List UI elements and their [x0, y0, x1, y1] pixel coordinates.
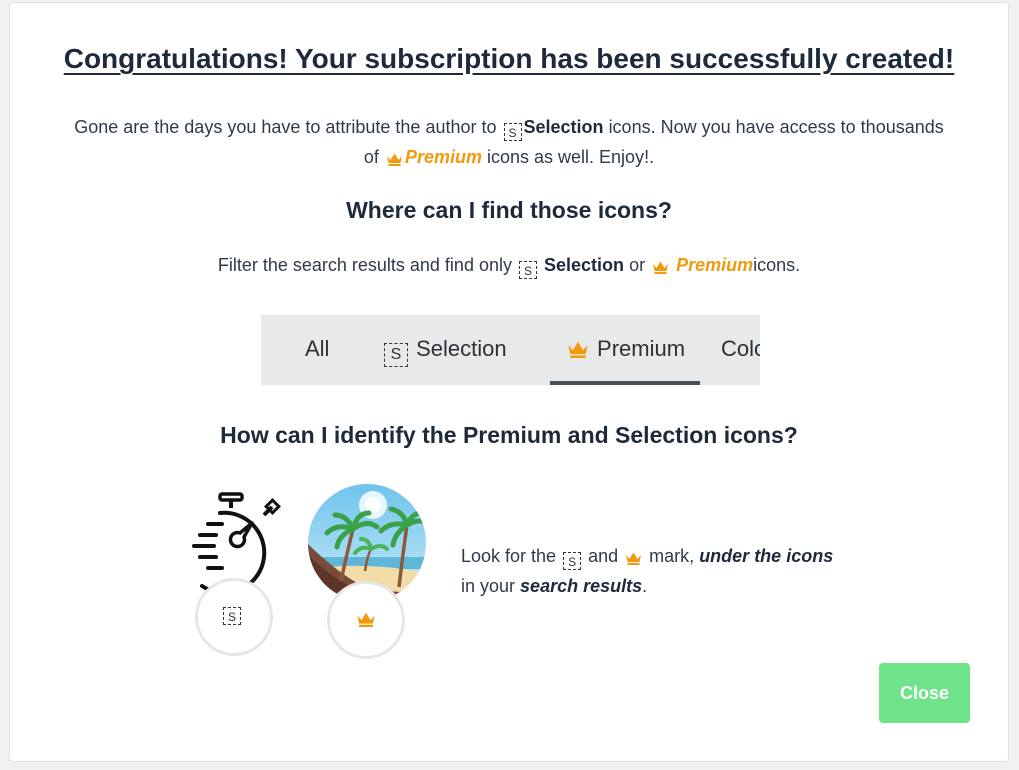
look-for-text: Look for the S and mark, under the icons… [461, 541, 841, 601]
look-search-results: search results [520, 576, 643, 596]
look-and: and [588, 546, 619, 566]
crown-icon [386, 153, 402, 166]
intro-selection: Selection [523, 117, 604, 137]
filter-part2: icons. [753, 255, 801, 275]
selection-s-icon: S [503, 123, 522, 141]
intro-premium: Premium [404, 147, 482, 167]
modal-title: Congratulations! Your subscription has b… [63, 43, 955, 74]
tab-premium[interactable]: Premium [550, 315, 700, 385]
selection-s-icon: S [384, 343, 408, 367]
close-button[interactable]: Close [879, 663, 970, 723]
tab-all-label: All [305, 336, 330, 361]
look-part1: Look for the [461, 546, 557, 566]
subscription-modal: Congratulations! Your subscription has b… [9, 2, 1009, 762]
intro-part3: icons as well. Enjoy!. [487, 147, 655, 167]
tab-colors-label: Colors [721, 336, 760, 361]
tab-selection[interactable]: S Selection [382, 315, 507, 385]
filter-selection: Selection [544, 255, 625, 275]
tab-premium-label: Premium [597, 336, 686, 361]
filter-or: or [629, 255, 646, 275]
tab-selection-label: Selection [416, 336, 507, 361]
selection-s-icon: S [563, 552, 582, 570]
intro-part1: Gone are the days you have to attribute … [74, 117, 497, 137]
filter-part1: Filter the search results and find only [217, 255, 512, 275]
look-mark: mark, [649, 546, 695, 566]
crown-icon [653, 261, 669, 274]
filter-text: Filter the search results and find only … [10, 255, 1008, 279]
crown-icon [568, 341, 588, 358]
tab-all[interactable]: All [305, 315, 329, 385]
crown-icon [626, 552, 642, 565]
look-period: . [642, 576, 648, 596]
filter-tabs-preview: All S Selection Premium Colors [261, 315, 760, 385]
look-in-your: in your [461, 576, 516, 596]
filter-premium: Premium [676, 255, 754, 275]
crown-icon [357, 612, 375, 627]
find-heading: Where can I find those icons? [346, 197, 672, 223]
selection-s-icon: S [519, 261, 537, 279]
intro-text: Gone are the days you have to attribute … [70, 112, 948, 172]
tab-colors[interactable]: Colors [721, 315, 760, 385]
selection-s-icon: S [223, 607, 241, 625]
look-under: under the icons [699, 546, 834, 566]
identify-heading: How can I identify the Premium and Selec… [220, 422, 798, 448]
